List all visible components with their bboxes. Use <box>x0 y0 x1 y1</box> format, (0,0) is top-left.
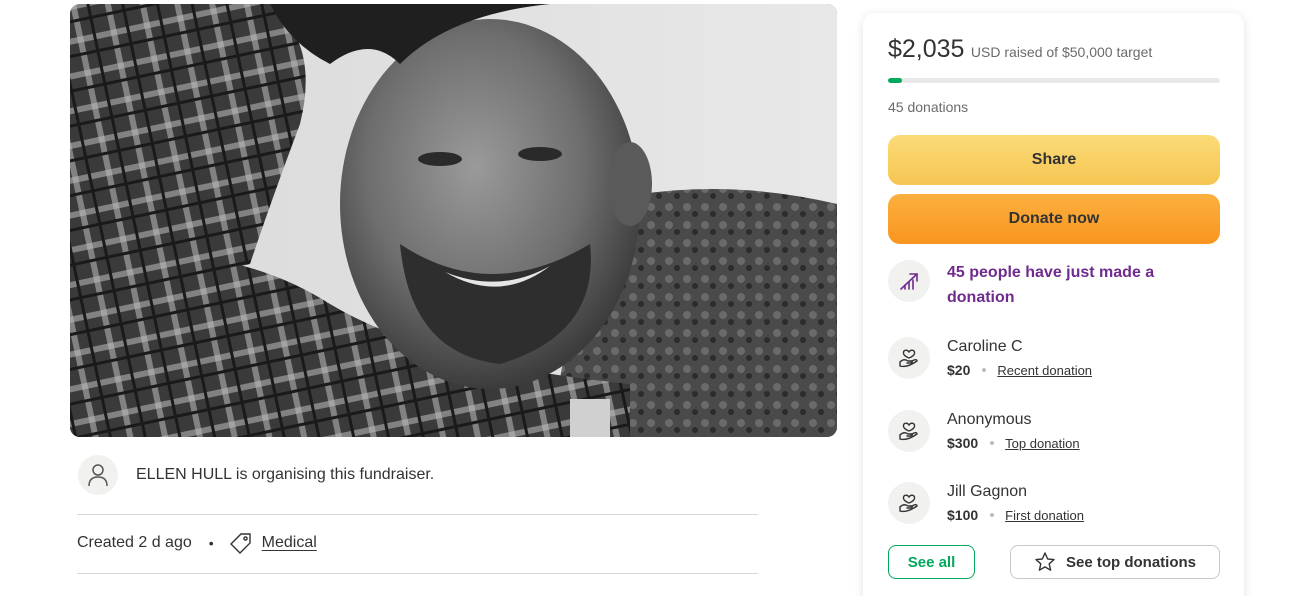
donor-item: Jill Gagnon $100 First donation <box>888 482 1220 524</box>
see-top-donations-label: See top donations <box>1065 553 1196 571</box>
organiser-text: ELLEN HULL is organising this fundraiser… <box>136 466 435 483</box>
donor-amount: $20 <box>947 362 971 378</box>
donation-type-link[interactable]: Recent donation <box>997 363 1092 378</box>
donation-type-link[interactable]: Top donation <box>1005 436 1079 451</box>
donation-card: $2,035 USD raised of $50,000 target 45 d… <box>863 13 1244 596</box>
organiser-row: ELLEN HULL is organising this fundraiser… <box>78 455 758 495</box>
see-top-donations-button[interactable]: See top donations <box>1010 545 1220 579</box>
donor-name: Anonymous <box>947 411 1032 428</box>
raised-target: USD raised of $50,000 target <box>970 44 1153 60</box>
fundraiser-meta: Created 2 d ago • Medical <box>77 528 317 558</box>
donor-amount: $100 <box>947 507 979 523</box>
recent-activity: 45 people have just made a donation <box>888 260 1220 310</box>
share-button[interactable]: Share <box>888 135 1220 185</box>
hand-heart-icon <box>888 337 930 379</box>
tag-icon <box>229 532 252 554</box>
donor-name: Caroline C <box>947 338 1023 355</box>
category-link[interactable]: Medical <box>262 534 317 552</box>
separator-dot <box>982 368 987 372</box>
divider <box>77 573 758 574</box>
progress-fill <box>888 78 902 83</box>
donate-now-button[interactable]: Donate now <box>888 194 1220 244</box>
donation-type-link[interactable]: First donation <box>1005 508 1084 523</box>
separator-dot <box>990 513 995 517</box>
activity-text: 45 people have just made a donation <box>947 264 1155 306</box>
raised-summary: $2,035 USD raised of $50,000 target <box>888 35 1152 64</box>
raised-amount: $2,035 <box>888 35 965 63</box>
divider <box>77 514 758 515</box>
donation-count: 45 donations <box>888 99 969 115</box>
donor-amount: $300 <box>947 435 979 451</box>
hand-heart-icon <box>888 410 930 452</box>
star-icon <box>1034 551 1056 573</box>
trending-up-icon <box>888 260 930 302</box>
donor-item: Anonymous $300 Top donation <box>888 410 1220 452</box>
meta-separator: • <box>208 535 214 551</box>
photo-illustration <box>70 4 837 437</box>
donor-name: Jill Gagnon <box>947 483 1028 500</box>
fundraiser-page: ELLEN HULL is organising this fundraiser… <box>0 0 1306 596</box>
progress-bar <box>888 78 1220 83</box>
see-all-button[interactable]: See all <box>888 545 975 579</box>
created-date: Created 2 d ago <box>77 534 192 551</box>
fundraiser-photo[interactable] <box>70 4 837 437</box>
separator-dot <box>990 441 995 445</box>
donor-item: Caroline C $20 Recent donation <box>888 337 1220 379</box>
hand-heart-icon <box>888 482 930 524</box>
user-icon <box>78 455 118 495</box>
